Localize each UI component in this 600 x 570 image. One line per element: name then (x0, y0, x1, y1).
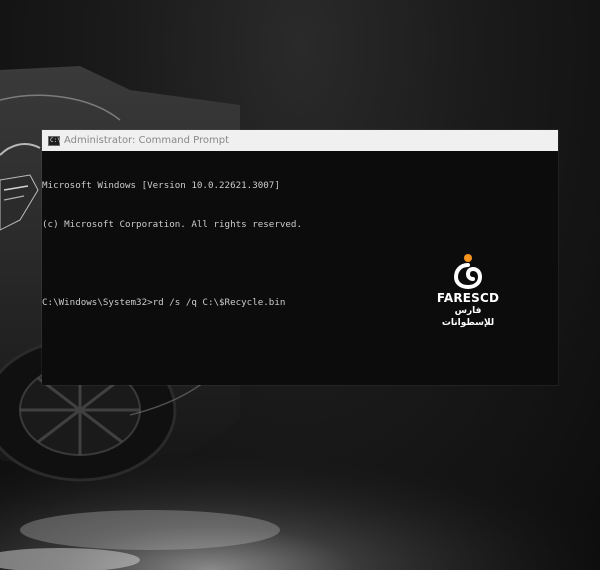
cmd-icon-glyph: C:\ (50, 136, 61, 144)
window-title: Administrator: Command Prompt (64, 135, 229, 146)
watermark-subtitle: فارس للإسطوانات (441, 306, 495, 328)
watermark-name: FARESCD (436, 291, 500, 305)
window-titlebar[interactable]: C:\ Administrator: Command Prompt (42, 130, 558, 151)
desktop-background: C:\ Administrator: Command Prompt Micros… (0, 0, 600, 570)
cmd-icon: C:\ (48, 135, 61, 146)
farescd-watermark: FARESCD فارس للإسطوانات (430, 253, 506, 329)
farescd-logo-icon (453, 254, 483, 289)
console-line: Microsoft Windows [Version 10.0.22621.30… (42, 180, 280, 191)
console-line: (c) Microsoft Corporation. All rights re… (42, 219, 302, 230)
